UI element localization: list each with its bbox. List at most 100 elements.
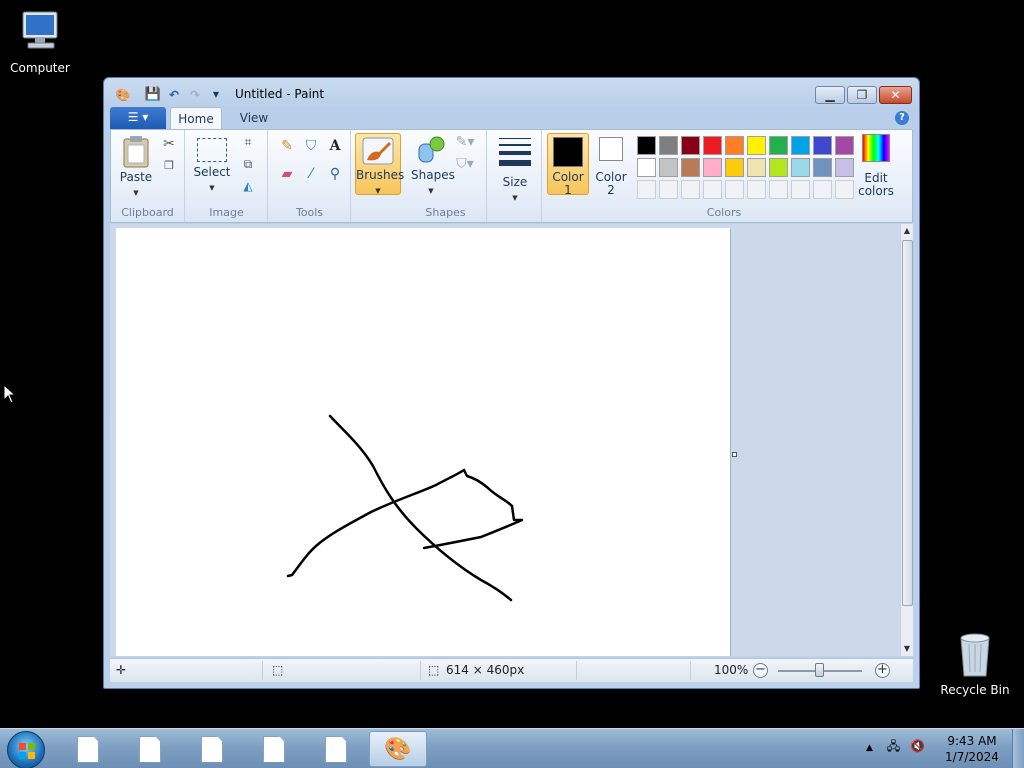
colors-group-label: Colors [706,206,742,219]
scroll-thumb[interactable] [902,240,913,606]
palette-swatch[interactable] [747,180,766,199]
edit-colors-button[interactable]: Edit colors [851,134,901,198]
color-picker-icon[interactable]: ⁄ [301,164,321,184]
crop-icon[interactable]: ⌗ [238,132,258,152]
fill-shape-icon[interactable]: ⛉▾ [455,154,475,174]
fill-icon[interactable]: ⛉ [301,136,321,156]
drawing-canvas[interactable] [116,228,730,656]
taskbar-document-3[interactable] [183,731,241,767]
shapes-label: Shapes [411,168,455,182]
desktop-icon-computer[interactable]: Computer [2,8,78,75]
palette-swatch[interactable] [725,180,744,199]
palette-swatch[interactable] [791,158,810,177]
palette-swatch[interactable] [813,158,832,177]
shapes-icon [418,136,445,163]
palette-swatch[interactable] [769,158,788,177]
zoom-slider-thumb[interactable] [815,663,824,677]
outline-icon[interactable]: ✎▾ [455,132,475,152]
palette-swatch[interactable] [791,136,810,155]
scroll-down-icon[interactable]: ▼ [901,642,913,656]
system-tray: ▲ 🖧 🔇 [866,737,925,758]
select-label: Select [193,165,231,179]
text-icon[interactable]: A [325,136,345,156]
palette-swatch[interactable] [769,136,788,155]
palette-swatch[interactable] [637,180,656,199]
show-hidden-icons-icon[interactable]: ▲ [866,743,873,753]
zoom-out-icon[interactable]: − [753,663,768,678]
customize-qat-icon[interactable]: ▼ [207,86,225,104]
palette-swatch[interactable] [725,158,744,177]
palette-swatch[interactable] [637,136,656,155]
start-button[interactable] [7,731,45,768]
desktop-icon-recycle-bin[interactable]: Recycle Bin [937,630,1013,697]
palette-swatch[interactable] [791,180,810,199]
tab-home[interactable]: Home [170,107,222,129]
show-desktop-button[interactable] [1012,729,1024,768]
magnifier-icon[interactable]: ⚲ [325,164,345,184]
palette-swatch[interactable] [703,180,722,199]
paint-menu-button[interactable]: ☰ ▾ [110,107,166,129]
palette-swatch[interactable] [813,136,832,155]
color2-button[interactable]: Color 2 [591,136,631,197]
palette-swatch[interactable] [637,158,656,177]
size-button[interactable]: Size ▼ [495,134,535,203]
save-icon[interactable]: 💾 [144,86,162,104]
palette-swatch[interactable] [703,158,722,177]
help-icon[interactable]: ? [895,111,909,125]
canvas-resize-handle[interactable] [732,452,737,457]
paste-button[interactable]: Paste ▼ [117,134,155,198]
brushes-group: Brushes ▼ [352,130,404,222]
redo-icon[interactable]: ↷ [186,86,204,104]
palette-swatch[interactable] [659,180,678,199]
ribbon: Paste ▼ ✂ ❐ Clipboard Select ▼ ⌗ ⧉ ◭ Ima… [110,129,913,223]
selection-size-icon: ⬚ [272,663,284,677]
maximize-button[interactable]: ❐ [847,86,877,104]
undo-icon[interactable]: ↶ [165,86,183,104]
taskbar-document-2[interactable] [121,731,179,767]
shapes-button[interactable]: Shapes ▼ [411,134,455,196]
minimize-button[interactable]: ▁ [815,86,845,104]
palette-swatch[interactable] [659,136,678,155]
palette-swatch[interactable] [725,136,744,155]
palette-swatch[interactable] [659,158,678,177]
pencil-icon[interactable]: ✎ [277,136,297,156]
vertical-scrollbar[interactable]: ▲ ▼ [900,224,913,656]
cut-icon[interactable]: ✂ [159,134,179,154]
select-button[interactable]: Select ▼ [192,138,232,193]
tab-view[interactable]: View [230,107,278,129]
size-icon [499,138,531,166]
taskbar-document-4[interactable] [245,731,303,767]
palette-swatch[interactable] [769,180,788,199]
cursor-position-icon: ✛ [116,663,127,677]
scroll-up-icon[interactable]: ▲ [901,224,913,238]
palette-swatch[interactable] [747,136,766,155]
network-icon[interactable]: 🖧 [887,739,900,753]
resize-icon[interactable]: ⧉ [238,154,258,174]
recycle-bin-label: Recycle Bin [940,683,1010,697]
eraser-icon[interactable]: ▰ [277,164,297,184]
clipboard-group: Paste ▼ ✂ ❐ Clipboard [111,130,185,222]
taskbar-paint[interactable]: 🎨 [369,731,427,767]
select-icon [197,138,227,162]
title-bar[interactable]: 🎨 💾 ↶ ↷ ▼ Untitled - Paint ▁ ❐ ✕ [104,78,919,108]
palette-swatch[interactable] [681,180,700,199]
brushes-button[interactable]: Brushes ▼ [355,133,404,195]
palette-swatch[interactable] [747,158,766,177]
paint-window: 🎨 💾 ↶ ↷ ▼ Untitled - Paint ▁ ❐ ✕ ☰ ▾ Hom… [103,77,920,689]
palette-swatch[interactable] [703,136,722,155]
palette-swatch[interactable] [681,136,700,155]
close-button[interactable]: ✕ [879,86,912,104]
volume-muted-icon[interactable]: 🔇 [910,739,925,753]
clock[interactable]: 9:43 AM 1/7/2024 [936,733,1008,765]
palette-swatch[interactable] [813,180,832,199]
palette-swatch[interactable] [681,158,700,177]
copy-icon[interactable]: ❐ [159,156,179,176]
rotate-icon[interactable]: ◭ [238,176,258,196]
color1-button[interactable]: Color 1 [547,133,589,197]
zoom-in-icon[interactable]: + [875,663,890,678]
paint-app-icon[interactable]: 🎨 [114,86,132,104]
color1-number: 1 [564,183,572,197]
mouse-cursor-icon [3,384,17,404]
taskbar-document-1[interactable] [59,731,117,767]
taskbar-document-5[interactable] [307,731,365,767]
